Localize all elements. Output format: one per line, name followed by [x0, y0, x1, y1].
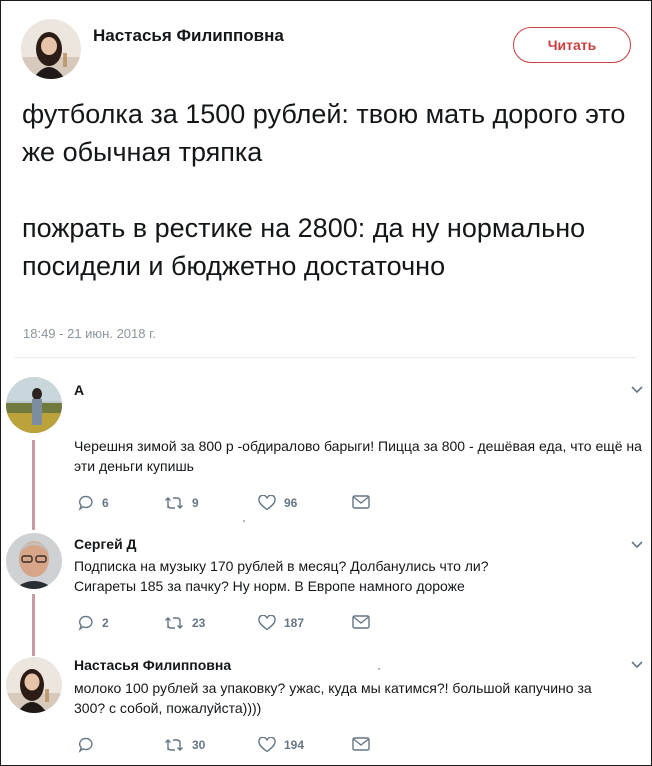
avatar-photo [6, 657, 62, 713]
heart-icon [258, 737, 276, 753]
avatar-photo [21, 19, 81, 79]
heart-icon [258, 615, 276, 631]
reply-avatar[interactable] [6, 377, 62, 433]
reply-author-name[interactable]: Настасья Филипповна [74, 657, 231, 673]
reply-avatar[interactable] [6, 657, 62, 713]
reply-action[interactable]: 6 [78, 495, 109, 511]
like-action[interactable]: 96 [258, 495, 297, 511]
reply-author-name[interactable]: А [74, 382, 84, 398]
like-action[interactable]: 194 [258, 737, 304, 753]
message-action[interactable] [352, 737, 370, 751]
reply-action[interactable] [78, 737, 102, 753]
author-name[interactable]: Настасья Филипповна [93, 26, 284, 46]
retweet-icon [165, 617, 183, 629]
retweet-action[interactable]: 23 [164, 615, 205, 631]
reply-avatar[interactable] [6, 533, 62, 589]
retweet-action[interactable]: 9 [164, 495, 199, 511]
chevron-down-icon[interactable] [630, 385, 644, 395]
heart-icon [258, 495, 276, 511]
avatar-photo [6, 533, 62, 589]
envelope-icon [352, 737, 370, 751]
follow-button[interactable]: Читать [513, 27, 631, 63]
retweet-count: 30 [192, 738, 206, 752]
image-artifact [243, 520, 245, 522]
message-action[interactable] [352, 615, 370, 629]
reply-text: молоко 100 рублей за упаковку? ужас, куд… [74, 680, 592, 716]
like-count: 96 [284, 496, 298, 510]
like-count: 187 [284, 616, 305, 630]
reply-text-line: Сигареты 185 за пачку? Ну норм. В Европе… [74, 578, 465, 594]
avatar-photo [6, 377, 62, 433]
retweet-icon [165, 739, 183, 751]
tweet-timestamp[interactable]: 18:49 - 21 июн. 2018 г. [23, 326, 156, 341]
reply-icon [78, 615, 93, 631]
retweet-count: 23 [192, 616, 206, 630]
chevron-down-icon[interactable] [630, 540, 644, 550]
reply-text: Подписка на музыку 170 рублей в месяц? Д… [74, 556, 644, 596]
like-count: 194 [284, 738, 305, 752]
divider [14, 357, 636, 358]
envelope-icon [352, 615, 370, 629]
avatar[interactable] [21, 19, 81, 79]
reply-icon [78, 737, 93, 753]
reply-icon [78, 495, 93, 511]
tweet-text: футболка за 1500 рублей: твою мать дорог… [22, 95, 632, 285]
chevron-down-icon[interactable] [630, 660, 644, 670]
like-action[interactable]: 187 [258, 615, 304, 631]
tweet-paragraph: футболка за 1500 рублей: твою мать дорог… [22, 99, 626, 167]
image-artifact [378, 668, 380, 670]
reply-text-line: Подписка на музыку 170 рублей в месяц? Д… [74, 558, 489, 574]
thread-connector [32, 440, 35, 530]
thread-connector [32, 594, 35, 656]
retweet-action[interactable]: 30 [164, 737, 205, 753]
tweet-paragraph: пожрать в рестике на 2800: да ну нормаль… [22, 213, 586, 281]
envelope-icon [352, 495, 370, 509]
reply-author-name[interactable]: Сергей Д [74, 536, 137, 552]
retweet-count: 9 [192, 496, 199, 510]
reply-count: 2 [102, 616, 109, 630]
reply-text: Черешня зимой за 800 р -обдиралово барыг… [74, 438, 642, 474]
message-action[interactable] [352, 495, 370, 509]
reply-count: 6 [102, 496, 109, 510]
reply-action[interactable]: 2 [78, 615, 109, 631]
retweet-icon [165, 497, 183, 509]
